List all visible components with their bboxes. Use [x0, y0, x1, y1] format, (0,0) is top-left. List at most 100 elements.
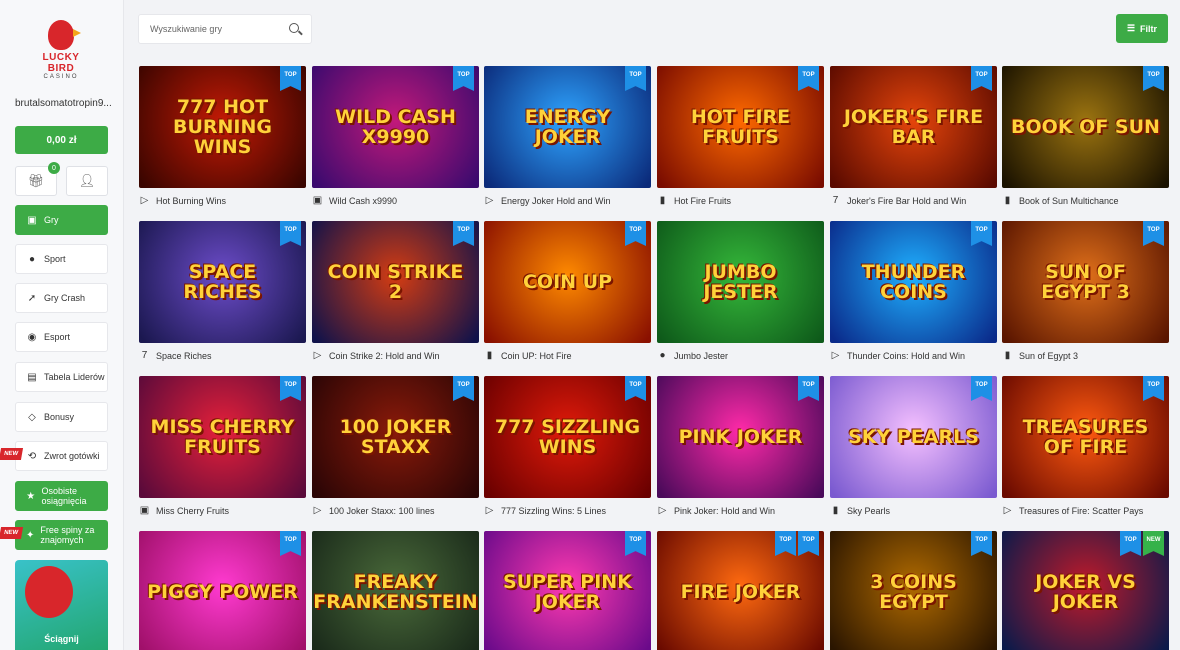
- game-thumbnail[interactable]: Super Pink Joker TOP: [484, 531, 651, 650]
- game-title[interactable]: Coin Strike 2: Hold and Win: [329, 351, 440, 361]
- nav-item-0[interactable]: ▣ Gry: [15, 205, 108, 235]
- game-card[interactable]: Sun of Egypt 3 TOP ▮ Sun of Egypt 3: [1002, 221, 1169, 361]
- top-badge: TOP: [453, 376, 474, 401]
- top-badge: TOP: [971, 66, 992, 91]
- bird-mascot-icon: [25, 566, 73, 618]
- game-card[interactable]: 3 Coins EgyptTOP▷3 Coins Egypt: [830, 531, 997, 650]
- game-card[interactable]: Joker vs JokerTOPNEW▷Joker vs Joker: [1002, 531, 1169, 650]
- game-art-title: Sun of Egypt 3: [1041, 261, 1130, 303]
- game-thumbnail[interactable]: Energy Joker TOP: [484, 66, 651, 188]
- top-badge: TOP: [798, 376, 819, 401]
- game-title[interactable]: Hot Fire Fruits: [674, 196, 731, 206]
- game-title[interactable]: Hot Burning Wins: [156, 196, 226, 206]
- game-card[interactable]: Sky Pearls TOP ▮ Sky Pearls: [830, 376, 997, 516]
- game-card[interactable]: Coin Up TOP ▮ Coin UP: Hot Fire: [484, 221, 651, 361]
- game-thumbnail[interactable]: 100 Joker Staxx TOP: [312, 376, 479, 498]
- game-thumbnail[interactable]: Coin Strike 2 TOP: [312, 221, 479, 343]
- game-thumbnail[interactable]: Space Riches TOP: [139, 221, 306, 343]
- nav-label: Gry: [44, 215, 59, 225]
- game-card[interactable]: Wild Cash x9990 TOP ▣ Wild Cash x9990: [312, 66, 479, 206]
- provider-phone-icon: ▮: [486, 350, 493, 361]
- provider-phone-icon: ▮: [832, 505, 839, 516]
- game-card[interactable]: Super Pink JokerTOP▷Super Pink Joker: [484, 531, 651, 650]
- provider-phone-icon: ▮: [659, 195, 666, 206]
- game-card[interactable]: Fire JokerTOPTOP▷Fire Joker: [657, 531, 824, 650]
- logo[interactable]: LUCKY BIRD CASINO: [28, 20, 94, 80]
- game-thumbnail[interactable]: Miss Cherry Fruits TOP: [139, 376, 306, 498]
- search-input[interactable]: Wyszukiwanie gry: [138, 14, 312, 44]
- game-art-title: Coin Strike 2: [327, 261, 464, 303]
- game-card[interactable]: Joker's Fire Bar TOP 7 Joker's Fire Bar Hol…: [830, 66, 997, 206]
- game-card[interactable]: Pink Joker TOP ▷ Pink Joker: Hold and Win: [657, 376, 824, 516]
- game-thumbnail[interactable]: Treasures of Fire TOP: [1002, 376, 1169, 498]
- game-title[interactable]: Joker's Fire Bar Hold and Win: [847, 196, 966, 206]
- provider-flag-icon: ▷: [658, 505, 667, 516]
- game-title[interactable]: Jumbo Jester: [674, 351, 728, 361]
- game-title[interactable]: Sun of Egypt 3: [1019, 351, 1078, 361]
- game-title[interactable]: Treasures of Fire: Scatter Pays: [1019, 506, 1143, 516]
- game-card[interactable]: Treasures of Fire TOP ▷ Treasures of Fire: …: [1002, 376, 1169, 516]
- game-thumbnail[interactable]: Fire Joker TOP TOP: [657, 531, 824, 650]
- game-title[interactable]: Space Riches: [156, 351, 212, 361]
- filter-button[interactable]: ☰ Filtr: [1116, 14, 1168, 43]
- game-card[interactable]: Space Riches TOP 7 Space Riches: [139, 221, 306, 361]
- game-card[interactable]: 777 Hot Burning Wins TOP ▷ Hot Burning Wins: [139, 66, 306, 206]
- game-card[interactable]: Jumbo Jester ● Jumbo Jester: [657, 221, 824, 361]
- cashback-icon: ⟲: [27, 450, 37, 462]
- search-icon[interactable]: [289, 23, 299, 33]
- game-art-title: Wild Cash x9990: [335, 106, 456, 148]
- game-thumbnail[interactable]: Pink Joker TOP: [657, 376, 824, 498]
- balance-button[interactable]: 0,00 zł: [15, 126, 108, 154]
- game-thumbnail[interactable]: Freaky Frankenstein: [312, 531, 479, 650]
- game-card[interactable]: Energy Joker TOP ▷ Energy Joker Hold and Wi…: [484, 66, 651, 206]
- game-thumbnail[interactable]: Sky Pearls TOP: [830, 376, 997, 498]
- game-title[interactable]: 777 Sizzling Wins: 5 Lines: [501, 506, 606, 516]
- nav-item-2[interactable]: ➚ Gry Crash: [15, 283, 108, 313]
- game-thumbnail[interactable]: Jumbo Jester: [657, 221, 824, 343]
- nav-item-5[interactable]: ◇ Bonusy: [15, 402, 108, 432]
- game-thumbnail[interactable]: Piggy Power TOP: [139, 531, 306, 650]
- username[interactable]: brutalsomatotropin9...: [15, 98, 115, 109]
- game-thumbnail[interactable]: Book of Sun TOP: [1002, 66, 1169, 188]
- game-card[interactable]: 777 Sizzling Wins TOP ▷ 777 Sizzling Wins: …: [484, 376, 651, 516]
- game-thumbnail[interactable]: Thunder Coins TOP: [830, 221, 997, 343]
- nav-item-6[interactable]: ⟲ Zwrot gotówki: [15, 441, 108, 471]
- game-thumbnail[interactable]: 3 Coins Egypt TOP: [830, 531, 997, 650]
- game-title[interactable]: Book of Sun Multichance: [1019, 196, 1119, 206]
- game-title[interactable]: Pink Joker: Hold and Win: [674, 506, 775, 516]
- bird-icon: [48, 20, 81, 50]
- game-thumbnail[interactable]: Hot Fire Fruits TOP: [657, 66, 824, 188]
- game-card[interactable]: Thunder Coins TOP ▷ Thunder Coins: Hold and…: [830, 221, 997, 361]
- game-card[interactable]: 100 Joker Staxx TOP ▷ 100 Joker Staxx: 100 …: [312, 376, 479, 516]
- game-title[interactable]: Thunder Coins: Hold and Win: [847, 351, 965, 361]
- game-card[interactable]: Miss Cherry Fruits TOP ▣ Miss Cherry Fruits: [139, 376, 306, 516]
- profile-button[interactable]: 👤︎: [66, 166, 108, 196]
- game-card[interactable]: Freaky Frankenstein▷Freaky Frankenstein: [312, 531, 479, 650]
- game-title[interactable]: Energy Joker Hold and Win: [501, 196, 611, 206]
- new-badge: NEW: [0, 527, 24, 539]
- game-thumbnail[interactable]: 777 Sizzling Wins TOP: [484, 376, 651, 498]
- game-title[interactable]: Wild Cash x9990: [329, 196, 397, 206]
- game-title[interactable]: Miss Cherry Fruits: [156, 506, 229, 516]
- nav-item-4[interactable]: ▤ Tabela Liderów: [15, 362, 108, 392]
- game-card[interactable]: Hot Fire Fruits TOP ▮ Hot Fire Fruits: [657, 66, 824, 206]
- game-card[interactable]: Coin Strike 2 TOP ▷ Coin Strike 2: Hold and…: [312, 221, 479, 361]
- game-title[interactable]: 100 Joker Staxx: 100 lines: [329, 506, 435, 516]
- top-badge: TOP: [280, 66, 301, 91]
- nav-item-8[interactable]: ✦ Free spiny za znajomych: [15, 520, 108, 550]
- nav-item-1[interactable]: ● Sport: [15, 244, 108, 274]
- game-thumbnail[interactable]: Coin Up TOP: [484, 221, 651, 343]
- nav-item-7[interactable]: ★ Osobiste osiągnięcia: [15, 481, 108, 511]
- game-card[interactable]: Piggy PowerTOP▷Piggy Power: [139, 531, 306, 650]
- game-thumbnail[interactable]: Sun of Egypt 3 TOP: [1002, 221, 1169, 343]
- nav-item-3[interactable]: ◉ Esport: [15, 322, 108, 352]
- top-badge: TOP: [453, 66, 474, 91]
- game-thumbnail[interactable]: Joker's Fire Bar TOP: [830, 66, 997, 188]
- game-thumbnail[interactable]: 777 Hot Burning Wins TOP: [139, 66, 306, 188]
- game-thumbnail[interactable]: Wild Cash x9990 TOP: [312, 66, 479, 188]
- game-title[interactable]: Coin UP: Hot Fire: [501, 351, 572, 361]
- promo-banner[interactable]: Ściągnij: [15, 560, 108, 650]
- game-thumbnail[interactable]: Joker vs Joker TOP NEW: [1002, 531, 1169, 650]
- game-title[interactable]: Sky Pearls: [847, 506, 890, 516]
- game-card[interactable]: Book of Sun TOP ▮ Book of Sun Multichance: [1002, 66, 1169, 206]
